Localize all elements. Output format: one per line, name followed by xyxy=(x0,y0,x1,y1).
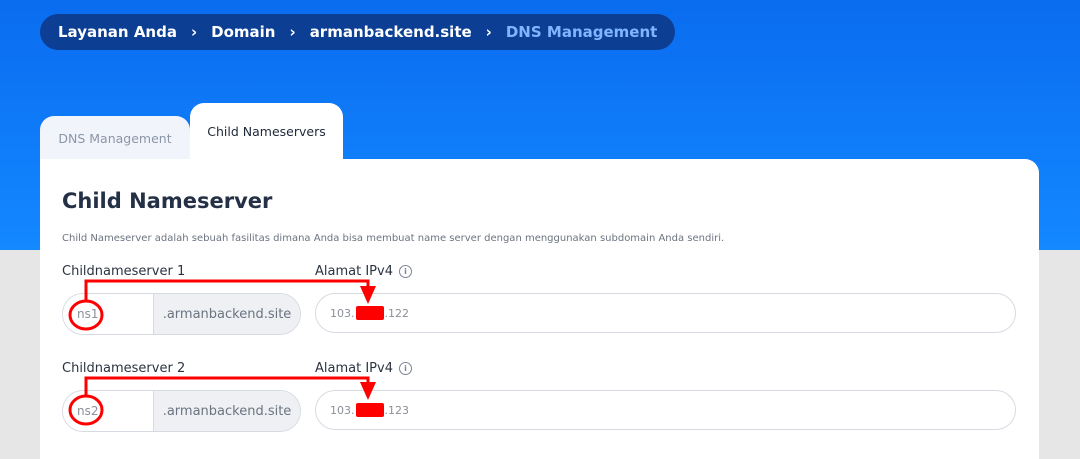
childnameserver-2-label: Childnameserver 2 xyxy=(62,361,185,376)
ip-prefix: 103. xyxy=(330,306,355,320)
ip-prefix: 103. xyxy=(330,403,355,417)
childnameserver-2-label-text: Childnameserver 2 xyxy=(62,361,186,376)
breadcrumb: Layanan Anda › Domain › armanbackend.sit… xyxy=(40,14,676,50)
ip-suffix: .122 xyxy=(384,306,410,320)
tab-child-nameservers[interactable]: Child Nameservers xyxy=(190,103,343,160)
ipv4-2-label-text: Alamat IPv4 xyxy=(315,361,393,376)
redaction-mark xyxy=(355,306,384,320)
childnameserver-1-label-text: Childnameserver 1 xyxy=(62,264,186,279)
info-icon[interactable]: i xyxy=(398,362,412,375)
breadcrumb-item-domain[interactable]: Domain xyxy=(211,23,275,41)
chevron-right-icon: › xyxy=(289,23,296,41)
ip-suffix: .123 xyxy=(384,403,410,417)
breadcrumb-item-current: DNS Management xyxy=(505,23,658,41)
breadcrumb-item-site[interactable]: armanbackend.site xyxy=(310,23,472,41)
tab-dns-management[interactable]: DNS Management xyxy=(40,116,190,160)
ipv4-2-label: Alamat IPv4 i xyxy=(315,361,412,376)
domain-suffix: .armanbackend.site xyxy=(153,391,300,431)
domain-suffix: .armanbackend.site xyxy=(153,294,300,334)
chevron-right-icon: › xyxy=(485,23,492,41)
childnameserver-1-label: Childnameserver 1 xyxy=(62,264,185,279)
redaction-mark xyxy=(355,403,384,417)
child-nameserver-card: Child Nameserver Child Nameserver adalah… xyxy=(40,159,1039,459)
childnameserver-1-input[interactable] xyxy=(63,294,153,334)
chevron-right-icon: › xyxy=(190,23,198,41)
info-icon[interactable]: i xyxy=(398,265,412,278)
childnameserver-2-input[interactable] xyxy=(63,391,153,431)
card-description: Child Nameserver adalah sebuah fasilitas… xyxy=(62,233,725,244)
childnameserver-2-field: .armanbackend.site xyxy=(62,390,301,432)
ipv4-1-label-text: Alamat IPv4 xyxy=(315,264,393,279)
ipv4-1-label: Alamat IPv4 i xyxy=(315,264,412,279)
ipv4-1-input[interactable]: 103. .122 xyxy=(315,293,1016,333)
breadcrumb-item-layanan[interactable]: Layanan Anda xyxy=(58,23,177,41)
ipv4-2-input[interactable]: 103. .123 xyxy=(315,390,1016,430)
childnameserver-1-field: .armanbackend.site xyxy=(62,293,301,335)
page-title: Child Nameserver xyxy=(62,189,273,213)
